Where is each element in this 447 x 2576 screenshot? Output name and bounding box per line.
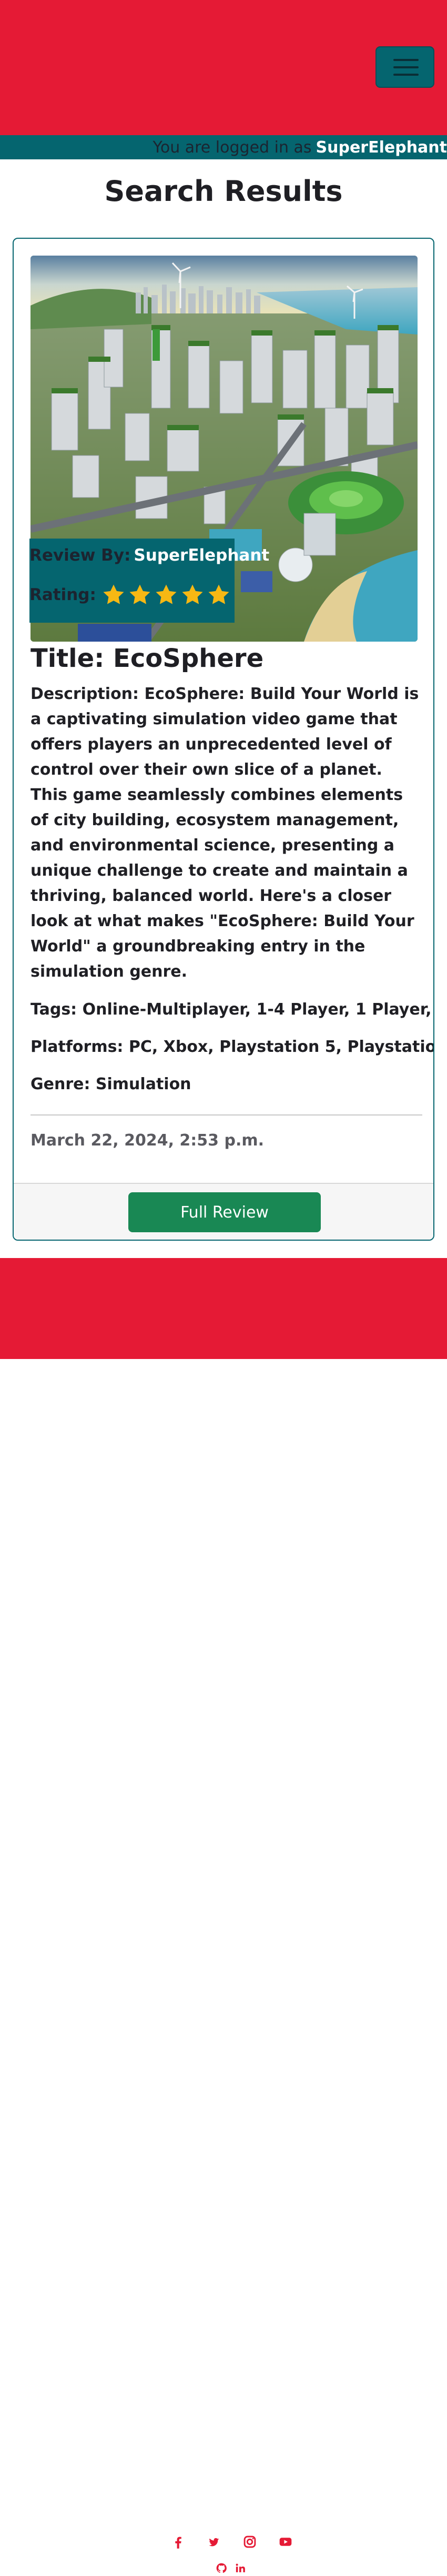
star-icon: [103, 584, 124, 604]
review-genre: Genre: Simulation: [31, 1075, 191, 1093]
rating-stars: [101, 583, 233, 607]
facebook-icon[interactable]: [169, 2533, 187, 2551]
review-info-overlay: Review By: SuperElephant Rating:: [29, 539, 269, 623]
review-card-body: Title: EcoSphere Description: EcoSphere:…: [31, 644, 434, 1150]
review-tags: Tags: Online-Multiplayer, 1-4 Player, 1 …: [31, 1000, 432, 1019]
review-description: Description: EcoSphere: Build Your World…: [31, 685, 419, 981]
card-divider: [31, 1114, 422, 1115]
hamburger-icon-bar-bottom: [393, 74, 419, 76]
github-icon[interactable]: [214, 2560, 229, 2576]
hamburger-icon-bar-middle: [393, 66, 419, 68]
full-review-button[interactable]: Full Review: [128, 1192, 321, 1232]
review-card-footer: Full Review: [14, 1183, 433, 1240]
page-title: Search Results: [104, 175, 343, 208]
instagram-icon[interactable]: [241, 2533, 259, 2551]
login-status-text: You are logged in as: [153, 138, 312, 157]
review-by-label: Review By:: [29, 546, 131, 565]
review-by-row: Review By: SuperElephant: [29, 546, 269, 565]
navbar-toggle-button[interactable]: [375, 46, 434, 88]
logged-in-username[interactable]: SuperElephant: [316, 138, 447, 157]
review-platforms: Platforms: PC, Xbox, Playstation 5, Play…: [31, 1038, 434, 1056]
login-status-bar: You are logged in as SuperElephant: [0, 135, 447, 159]
star-icon: [129, 584, 150, 604]
hamburger-icon-bar-top: [393, 59, 419, 61]
rating-row: Rating:: [29, 583, 233, 607]
review-date: March 22, 2024, 2:53 p.m.: [31, 1131, 264, 1150]
linkedin-icon[interactable]: [232, 2560, 248, 2576]
star-icon: [208, 584, 229, 604]
review-card: Review By: SuperElephant Rating: Title: E…: [13, 238, 434, 1241]
review-by-user[interactable]: SuperElephant: [134, 546, 269, 565]
twitter-icon[interactable]: [205, 2533, 223, 2551]
site-footer: [0, 1258, 447, 2575]
review-title: Title: EcoSphere: [31, 644, 264, 673]
star-icon: [156, 584, 177, 604]
star-icon: [182, 584, 203, 604]
site-header: [0, 0, 447, 135]
youtube-icon[interactable]: [277, 2533, 294, 2551]
rating-label: Rating:: [29, 585, 96, 604]
